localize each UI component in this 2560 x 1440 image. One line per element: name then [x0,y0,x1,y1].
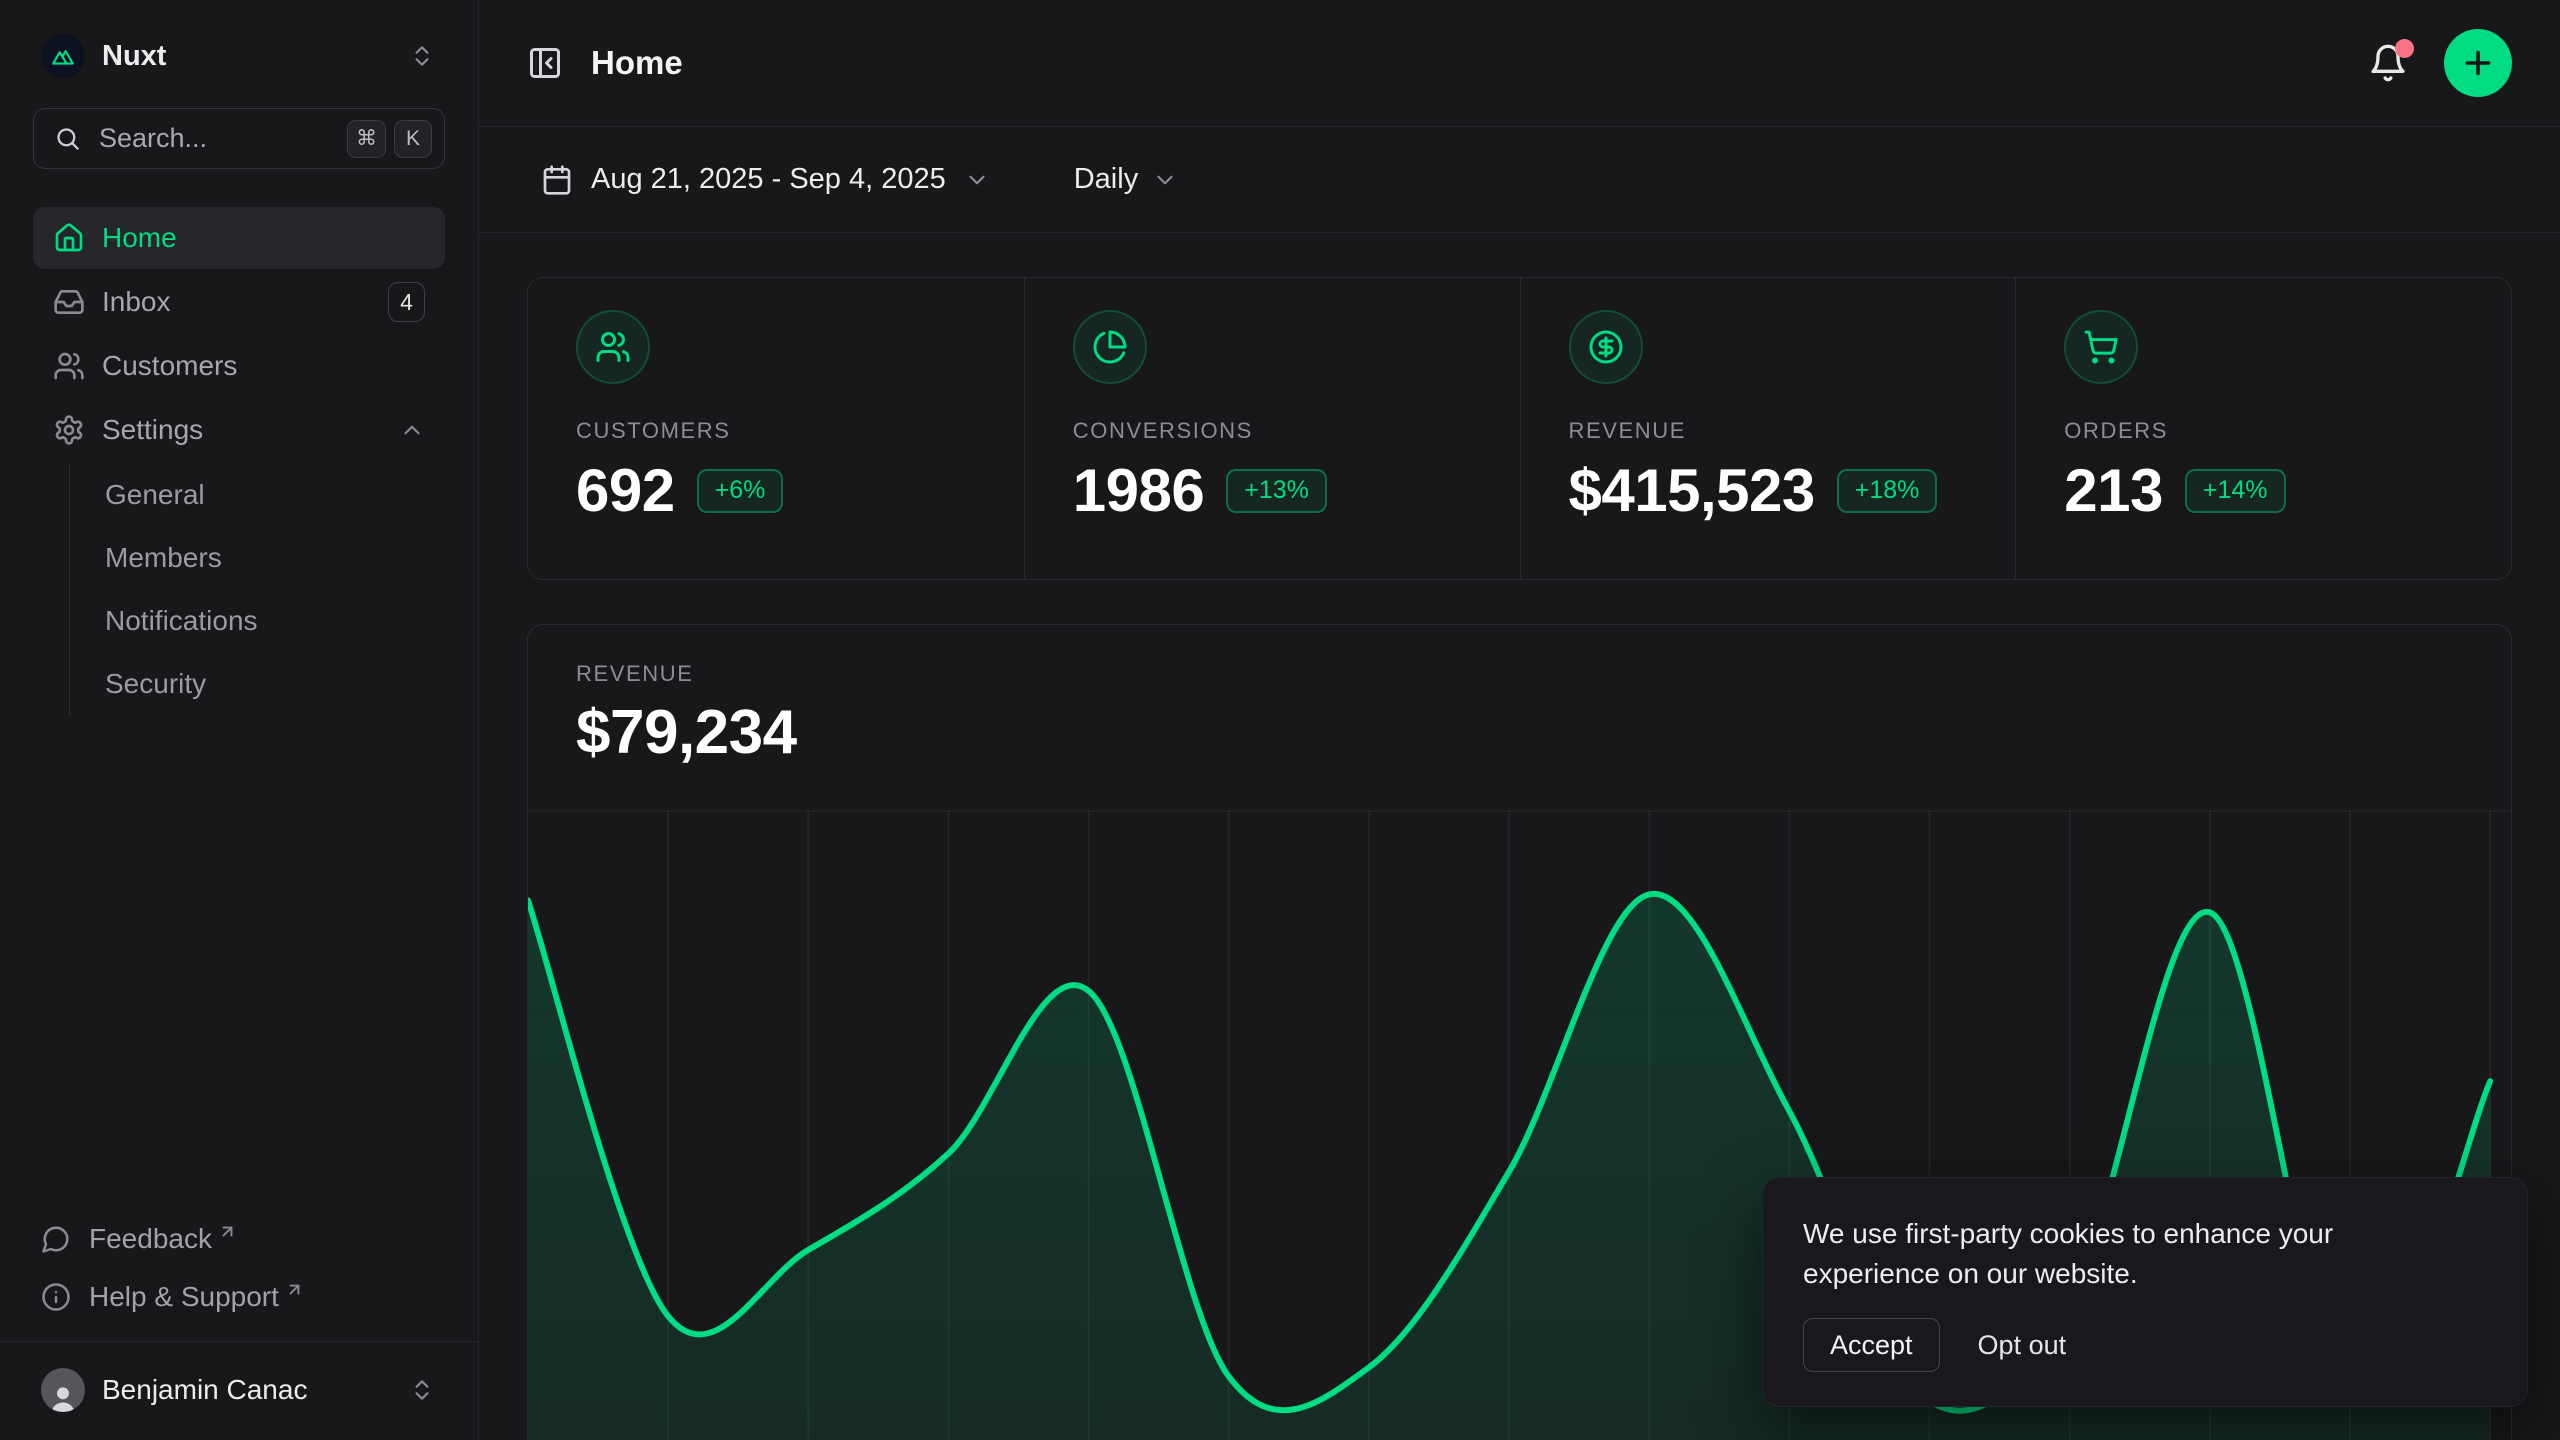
search-icon [54,125,81,152]
sidebar-item-home[interactable]: Home [33,207,445,269]
calendar-icon [541,164,573,196]
settings-subnav: General Members Notifications Security [69,463,445,715]
date-range-picker[interactable]: Aug 21, 2025 - Sep 4, 2025 [527,153,1004,206]
notifications-button[interactable] [2368,43,2408,83]
sidebar-item-label: Settings [102,414,399,446]
nuxt-logo [41,34,85,78]
pie-chart-icon [1073,310,1147,384]
chevron-up-icon [399,417,425,443]
sidebar-item-customers[interactable]: Customers [33,335,445,397]
user-menu[interactable]: Benjamin Canac [33,1354,445,1426]
accept-button[interactable]: Accept [1803,1318,1940,1372]
app-root: Nuxt Search... ⌘ K Home [0,0,2560,1440]
stat-revenue[interactable]: REVENUE $415,523 +18% [1520,278,2016,579]
revenue-chart-label: REVENUE [576,661,2463,687]
chevrons-up-down-icon [409,43,435,69]
help-support-label: Help & Support [89,1281,279,1313]
sidebar: Nuxt Search... ⌘ K Home [0,0,479,1440]
revenue-chart-header: REVENUE $79,234 [528,625,2511,768]
inbox-count-badge: 4 [388,282,425,322]
workspace-switcher[interactable]: Nuxt [33,24,445,88]
sidebar-item-security[interactable]: Security [105,652,445,715]
gear-icon [53,414,85,446]
chevrons-up-down-icon [409,1377,435,1403]
stat-value: 1986 [1073,456,1204,525]
user-avatar [41,1368,85,1412]
date-range-label: Aug 21, 2025 - Sep 4, 2025 [591,163,946,196]
users-icon [576,310,650,384]
feedback-link[interactable]: Feedback [33,1213,445,1265]
stat-conversions[interactable]: CONVERSIONS 1986 +13% [1024,278,1520,579]
opt-out-button[interactable]: Opt out [1978,1330,2067,1361]
search-placeholder: Search... [99,123,339,154]
sidebar-item-inbox[interactable]: Inbox 4 [33,271,445,333]
user-name: Benjamin Canac [102,1374,409,1406]
stat-label: CUSTOMERS [576,418,976,444]
stat-label: CONVERSIONS [1073,418,1472,444]
page-title: Home [591,44,2368,82]
stat-value: $415,523 [1569,456,1815,525]
stat-delta-badge: +14% [2185,469,2286,513]
command-key: ⌘ [347,120,386,158]
page-header: Home [479,0,2560,127]
sidebar-item-members[interactable]: Members [105,526,445,589]
info-icon [41,1282,71,1312]
users-icon [53,350,85,382]
stat-delta-badge: +6% [697,469,784,513]
cookie-actions: Accept Opt out [1803,1318,2487,1372]
sidebar-footer: Feedback Help & Support [33,1213,445,1341]
notification-dot [2395,39,2414,58]
home-icon [53,222,85,254]
message-circle-icon [41,1224,71,1254]
sidebar-spacer [33,715,445,1213]
granularity-select[interactable]: Daily [1060,153,1192,206]
panel-left-close-icon[interactable] [527,45,563,81]
add-button[interactable] [2444,29,2512,97]
sidebar-user-section: Benjamin Canac [0,1341,478,1440]
stat-value: 213 [2064,456,2163,525]
chevron-down-icon [1152,167,1178,193]
stat-customers[interactable]: CUSTOMERS 692 +6% [528,278,1024,579]
workspace-name: Nuxt [102,40,409,73]
stat-orders[interactable]: ORDERS 213 +14% [2015,278,2511,579]
stat-delta-badge: +18% [1837,469,1938,513]
help-support-link[interactable]: Help & Support [33,1271,445,1323]
k-key: K [394,120,432,158]
chevron-down-icon [964,167,990,193]
granularity-label: Daily [1074,163,1138,196]
filter-bar: Aug 21, 2025 - Sep 4, 2025 Daily [479,127,2560,233]
inbox-icon [53,286,85,318]
stat-delta-badge: +13% [1226,469,1327,513]
search-input[interactable]: Search... ⌘ K [33,108,445,169]
sidebar-item-label: Customers [102,350,425,382]
stat-value: 692 [576,456,675,525]
plus-icon [2460,45,2496,81]
stats-strip: CUSTOMERS 692 +6% CONVERSIONS 1986 +13% [527,277,2512,580]
feedback-label: Feedback [89,1223,212,1255]
sidebar-item-settings[interactable]: Settings [33,399,445,461]
stat-label: REVENUE [1569,418,1968,444]
sidebar-item-notifications[interactable]: Notifications [105,589,445,652]
cookie-message: We use first-party cookies to enhance yo… [1803,1214,2453,1294]
revenue-chart-value: $79,234 [576,697,2463,768]
stat-label: ORDERS [2064,418,2463,444]
arrow-up-right-icon [218,1222,237,1241]
sidebar-nav: Home Inbox 4 Customers Settings [33,207,445,715]
arrow-up-right-icon [285,1280,304,1299]
sidebar-item-label: Home [102,222,425,254]
sidebar-item-general[interactable]: General [105,463,445,526]
dollar-circle-icon [1569,310,1643,384]
sidebar-item-label: Inbox [102,286,388,318]
cart-icon [2064,310,2138,384]
cookie-banner: We use first-party cookies to enhance yo… [1762,1177,2528,1407]
